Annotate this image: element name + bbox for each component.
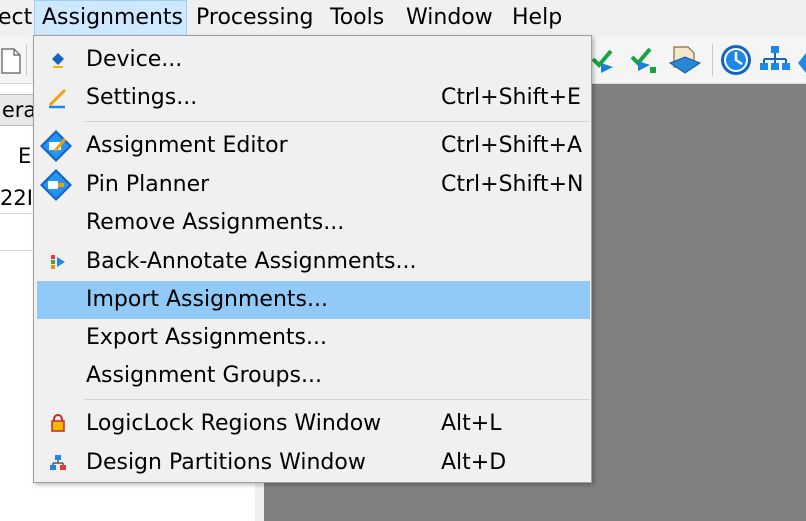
menu-item-shortcut: Alt+D (441, 450, 507, 475)
hierarchy-tab[interactable]: iera (0, 94, 37, 126)
menu-item-device[interactable]: Device... (37, 41, 590, 79)
menu-item-label: Export Assignments... (86, 325, 327, 350)
row-divider (0, 213, 36, 214)
new-file-icon[interactable] (0, 43, 34, 77)
menu-item-export-assignments[interactable]: Export Assignments... (37, 319, 590, 357)
back-annotate-icon (51, 255, 65, 269)
menu-assignments[interactable]: Assignments (34, 0, 187, 36)
menu-item-label: Back-Annotate Assignments... (86, 249, 417, 274)
column-header: E (18, 144, 32, 168)
entity-cell[interactable]: 22I (0, 186, 33, 210)
fitter-check-icon[interactable] (630, 43, 664, 77)
pin-planner-icon (40, 169, 72, 201)
menu-separator (84, 121, 590, 122)
menu-item-assignment-groups[interactable]: Assignment Groups... (37, 357, 590, 395)
menu-item-import-assignments[interactable]: Import Assignments... (37, 281, 590, 319)
menu-project[interactable]: ect (0, 0, 32, 36)
menu-separator (84, 399, 590, 400)
assembler-icon[interactable] (668, 43, 702, 77)
menu-item-label: Design Partitions Window (86, 450, 366, 475)
logiclock-icon (51, 414, 65, 432)
menu-item-shortcut: Ctrl+Shift+N (441, 172, 584, 197)
menu-item-design-partitions[interactable]: Design Partitions Window Alt+D (37, 444, 590, 482)
menu-item-label: Assignment Editor (86, 133, 288, 158)
menu-item-settings[interactable]: Settings... Ctrl+Shift+E (37, 79, 590, 117)
netlist-viewer-icon[interactable] (758, 43, 792, 77)
menu-item-shortcut: Ctrl+Shift+A (441, 133, 583, 158)
menu-item-label: LogicLock Regions Window (86, 411, 382, 436)
menu-item-label: Remove Assignments... (86, 210, 345, 235)
menu-bar: ect Assignments Processing Tools Window … (0, 0, 806, 37)
toolbar-separator (26, 44, 27, 76)
menu-item-shortcut: Ctrl+Shift+E (441, 85, 581, 110)
menu-item-logiclock-regions[interactable]: LogicLock Regions Window Alt+L (37, 405, 590, 443)
assignments-menu: Device... Settings... Ctrl+Shift+E Assig… (33, 35, 592, 483)
menu-item-label: Settings... (86, 85, 198, 110)
menu-tools[interactable]: Tools (330, 0, 384, 36)
menu-item-label: Assignment Groups... (86, 363, 322, 388)
assignment-editor-icon (40, 130, 72, 162)
menu-item-shortcut: Alt+L (441, 411, 502, 436)
menu-window[interactable]: Window (406, 0, 493, 36)
menu-item-remove-assignments[interactable]: Remove Assignments... (37, 204, 590, 242)
settings-icon (48, 88, 67, 109)
menu-item-label: Pin Planner (86, 172, 210, 197)
analysis-check-icon[interactable] (591, 43, 625, 77)
device-icon (52, 53, 64, 68)
timing-analyzer-icon[interactable] (719, 43, 753, 77)
menu-item-pin-planner[interactable]: Pin Planner Ctrl+Shift+N (37, 166, 590, 204)
design-partitions-icon (50, 455, 66, 470)
row-divider (0, 250, 36, 251)
toolbar-separator (712, 44, 713, 76)
menu-item-assignment-editor[interactable]: Assignment Editor Ctrl+Shift+A (37, 127, 590, 165)
menu-item-back-annotate[interactable]: Back-Annotate Assignments... (37, 243, 590, 281)
menu-item-label: Import Assignments... (86, 287, 328, 312)
menu-item-label: Device... (86, 47, 183, 72)
programmer-icon[interactable] (796, 43, 806, 77)
menu-processing[interactable]: Processing (196, 0, 313, 36)
menu-help[interactable]: Help (512, 0, 562, 36)
